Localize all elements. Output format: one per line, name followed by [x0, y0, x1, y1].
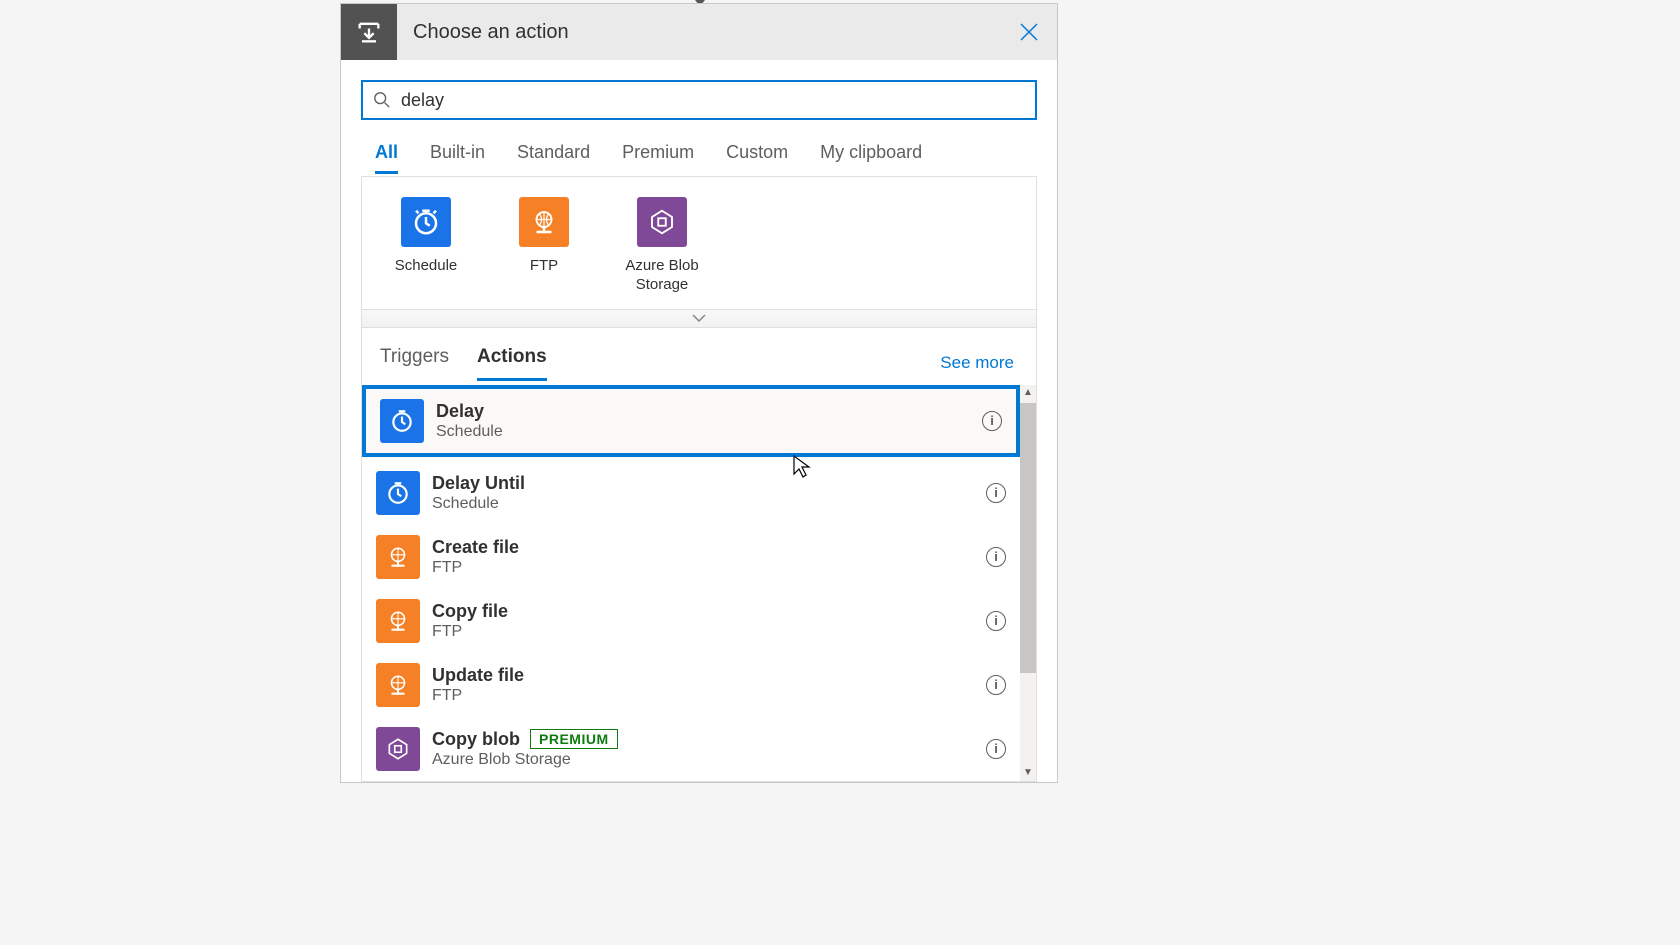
tab-premium[interactable]: Premium [622, 134, 694, 174]
action-item-copy-blob[interactable]: Copy blob PREMIUM Azure Blob Storage i [362, 717, 1020, 781]
scroll-up-icon[interactable]: ▲ [1020, 385, 1036, 401]
schedule-icon [376, 471, 420, 515]
azure-blob-icon [376, 727, 420, 771]
panel-header: Choose an action [341, 4, 1057, 60]
scrollbar[interactable]: ▲ ▼ [1020, 385, 1036, 781]
result-type-tabs: Triggers Actions [380, 346, 940, 381]
action-item-create-file[interactable]: Create file FTP i [362, 525, 1020, 589]
schedule-icon [401, 197, 451, 247]
info-icon[interactable]: i [986, 483, 1006, 503]
action-name: Delay [436, 401, 982, 422]
schedule-icon [380, 399, 424, 443]
search-input[interactable] [391, 90, 1025, 111]
info-icon[interactable]: i [986, 611, 1006, 631]
ftp-icon [376, 535, 420, 579]
connector-schedule[interactable]: Schedule [386, 197, 466, 295]
action-list: ▲ ▼ Delay Schedule i [362, 385, 1036, 781]
tab-triggers[interactable]: Triggers [380, 346, 449, 381]
action-name-text: Copy blob [432, 729, 520, 750]
connector-label: FTP [504, 257, 584, 276]
panel-title: Choose an action [397, 21, 1001, 44]
tab-built-in[interactable]: Built-in [430, 134, 485, 174]
action-item-delay-until[interactable]: Delay Until Schedule i [362, 461, 1020, 525]
action-name: Delay Until [432, 473, 986, 494]
scroll-down-icon[interactable]: ▼ [1020, 765, 1036, 781]
tab-my-clipboard[interactable]: My clipboard [820, 134, 922, 174]
tab-standard[interactable]: Standard [517, 134, 590, 174]
ftp-icon [519, 197, 569, 247]
scrollbar-thumb[interactable] [1020, 403, 1036, 673]
action-item-delay[interactable]: Delay Schedule i [362, 385, 1020, 457]
tab-custom[interactable]: Custom [726, 134, 788, 174]
action-connector: FTP [432, 623, 986, 641]
info-icon[interactable]: i [986, 675, 1006, 695]
close-button[interactable] [1001, 4, 1057, 60]
chevron-down-icon [692, 314, 706, 322]
ftp-icon [376, 599, 420, 643]
expand-connectors-button[interactable] [361, 310, 1037, 328]
action-item-update-file[interactable]: Update file FTP i [362, 653, 1020, 717]
azure-blob-icon [637, 197, 687, 247]
action-item-copy-file[interactable]: Copy file FTP i [362, 589, 1020, 653]
connectors-grid: Schedule FTP Azure Blob Storage [361, 176, 1037, 310]
info-icon[interactable]: i [986, 739, 1006, 759]
connector-azure-blob[interactable]: Azure Blob Storage [622, 197, 702, 295]
info-icon[interactable]: i [982, 411, 1002, 431]
results-area: Triggers Actions See more ▲ ▼ Delay [361, 328, 1037, 782]
connector-label: Schedule [386, 257, 466, 276]
action-connector: Azure Blob Storage [432, 751, 986, 769]
action-name: Create file [432, 537, 986, 558]
action-name: Copy blob PREMIUM [432, 729, 986, 750]
see-more-link[interactable]: See more [940, 353, 1014, 373]
ftp-icon [376, 663, 420, 707]
search-box[interactable] [361, 80, 1037, 120]
connector-ftp[interactable]: FTP [504, 197, 584, 295]
tab-actions[interactable]: Actions [477, 346, 547, 381]
premium-badge: PREMIUM [530, 729, 618, 749]
action-connector: Schedule [436, 423, 982, 441]
category-tabs: All Built-in Standard Premium Custom My … [361, 134, 1037, 174]
action-connector: FTP [432, 687, 986, 705]
action-icon [341, 4, 397, 60]
tab-all[interactable]: All [375, 134, 398, 174]
action-name: Update file [432, 665, 986, 686]
action-name: Copy file [432, 601, 986, 622]
action-connector: Schedule [432, 495, 986, 513]
info-icon[interactable]: i [986, 547, 1006, 567]
choose-action-panel: Choose an action All Built-in Standard P… [340, 3, 1058, 783]
action-connector: FTP [432, 559, 986, 577]
connector-label: Azure Blob Storage [622, 257, 702, 295]
search-icon [373, 91, 391, 109]
